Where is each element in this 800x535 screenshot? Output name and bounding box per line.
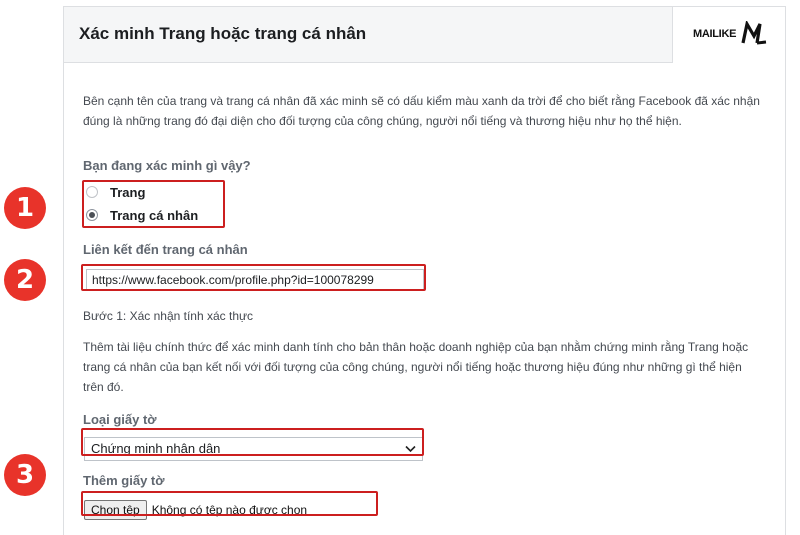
ml-logo-mark-icon [741, 21, 767, 45]
profile-link-label: Liên kết đến trang cá nhân [83, 242, 248, 257]
step-badge-2: 2 [4, 259, 46, 301]
highlight-box-document-type [81, 428, 424, 456]
highlight-box-file-input [81, 491, 378, 516]
step-heading: Bước 1: Xác nhận tính xác thực [83, 309, 254, 323]
highlight-box-verify-type [82, 180, 225, 228]
page-title: Xác minh Trang hoặc trang cá nhân [79, 24, 367, 43]
logo-text: MAILIKE [693, 28, 737, 40]
document-type-label: Loại giấy tờ [83, 412, 157, 427]
step-badge-3: 3 [4, 454, 46, 496]
panel-header: Xác minh Trang hoặc trang cá nhân MAILIK… [64, 7, 785, 63]
highlight-box-profile-link [81, 264, 426, 291]
add-document-label: Thêm giấy tờ [83, 473, 165, 488]
intro-text: Bên cạnh tên của trang và trang cá nhân … [83, 94, 760, 128]
verify-question-label: Bạn đang xác minh gì vậy? [83, 158, 251, 173]
mailike-logo: MAILIKE [672, 7, 785, 63]
step-badge-1: 1 [4, 187, 46, 229]
instructions-text: Thêm tài liệu chính thức để xác minh dan… [83, 340, 749, 394]
